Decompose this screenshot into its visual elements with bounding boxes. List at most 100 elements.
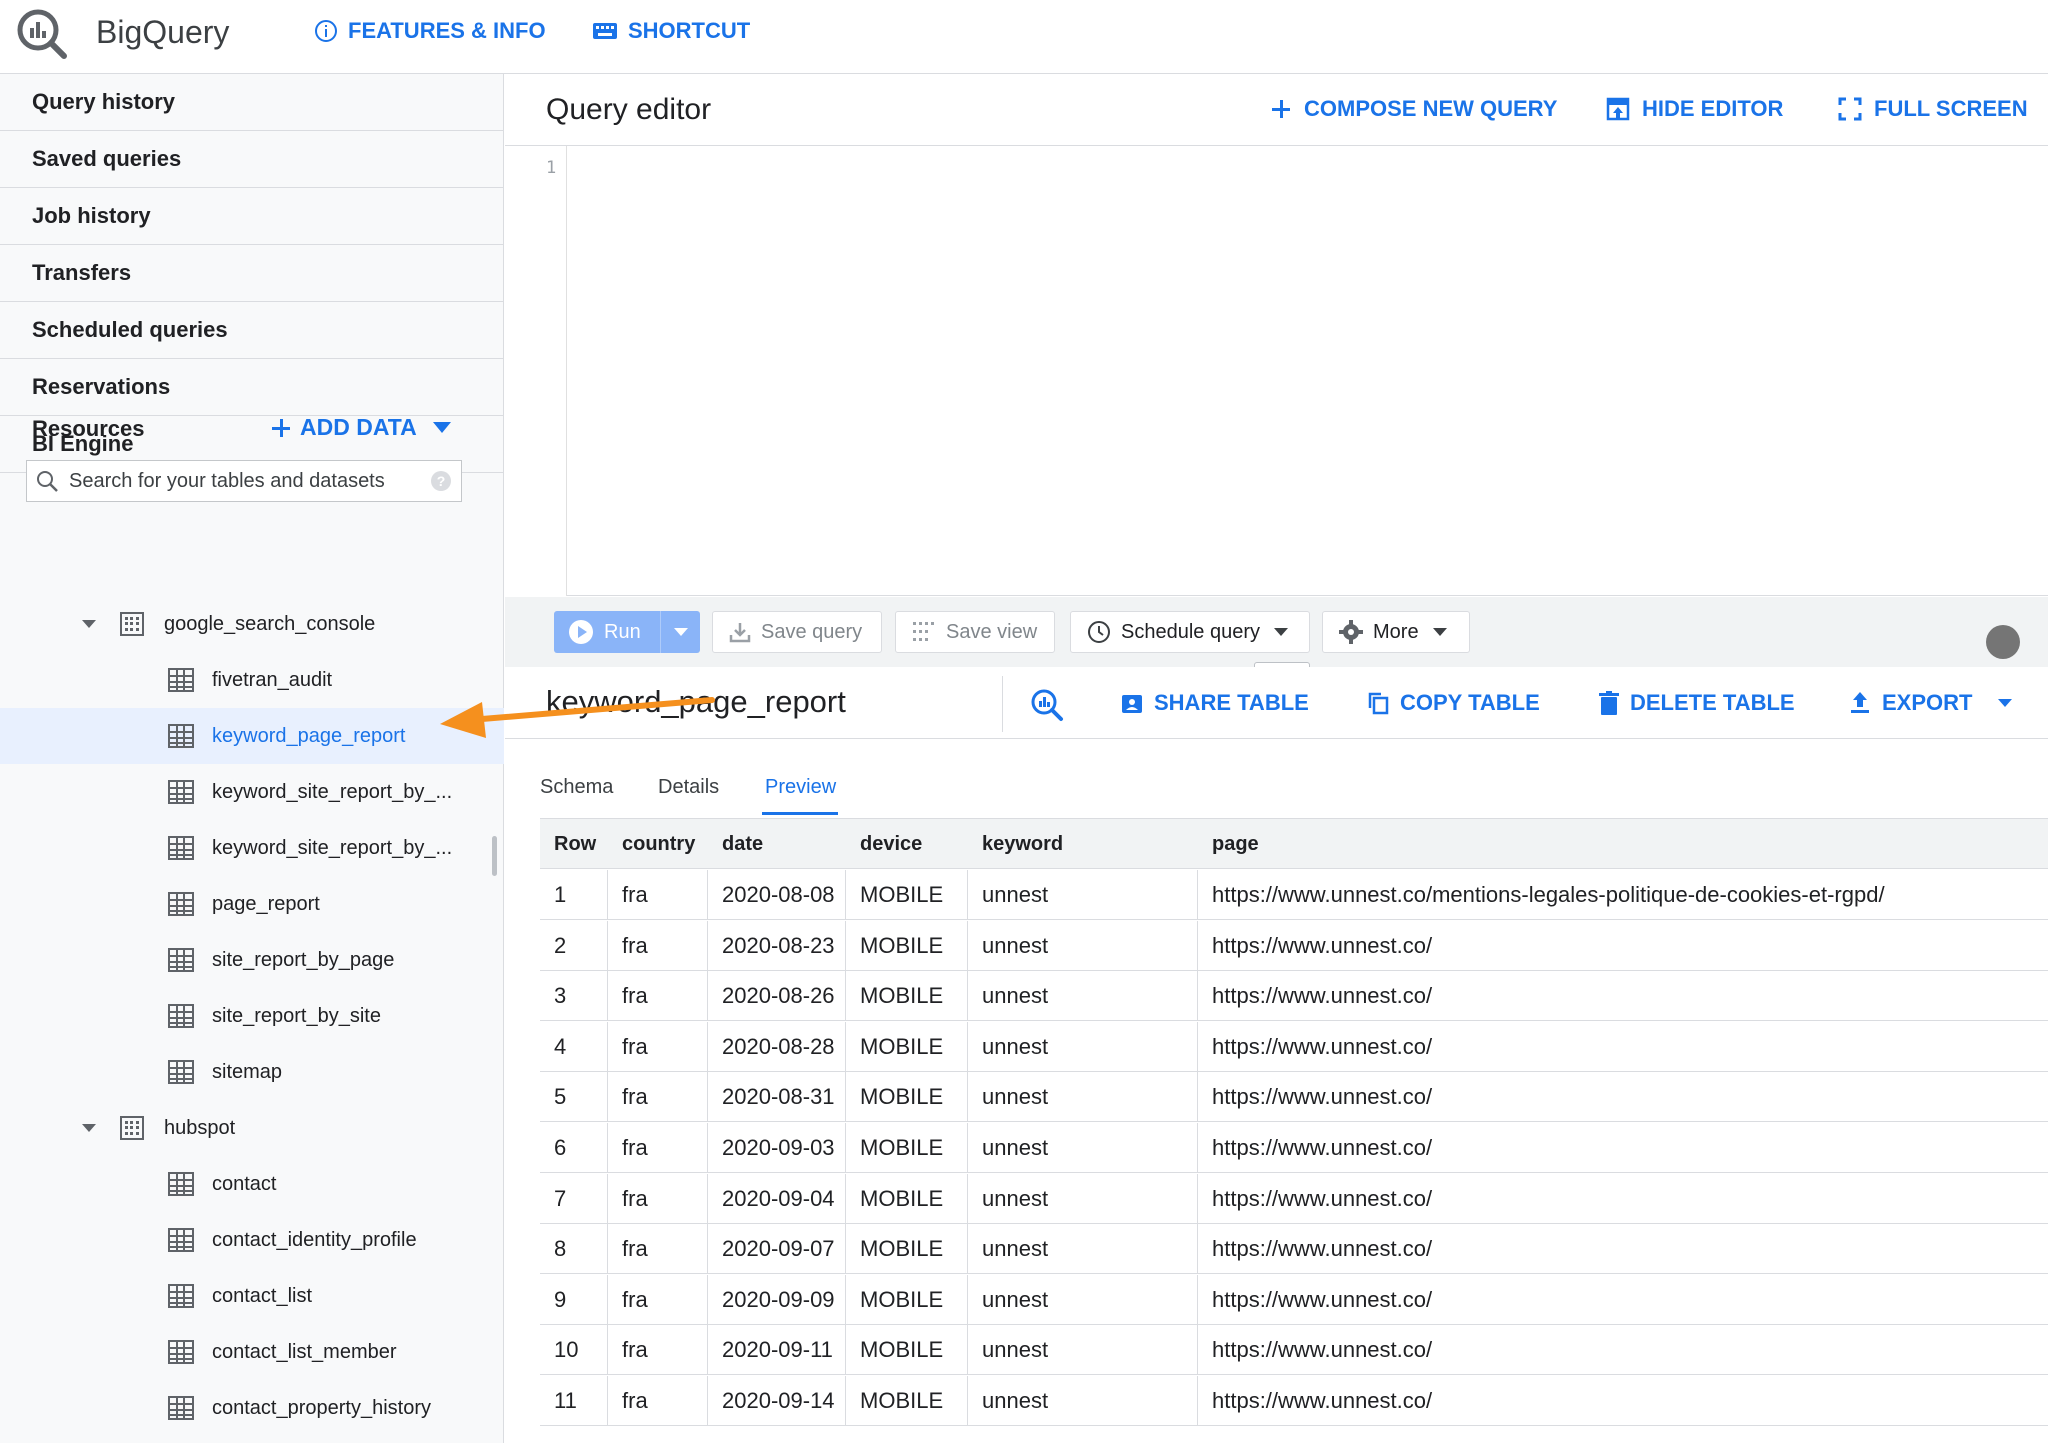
features-info-link[interactable]: FEATURES & INFO <box>314 18 546 44</box>
device-cell: MOBILE <box>846 1224 968 1275</box>
dataset-row[interactable]: google_search_console <box>0 596 504 652</box>
keyword-cell: unnest <box>968 1173 1198 1224</box>
export-label: EXPORT <box>1882 690 1973 715</box>
table-row[interactable]: site_report_by_page <box>0 932 504 988</box>
caret-down-icon[interactable] <box>82 620 96 628</box>
share-table-button[interactable]: SHARE TABLE <box>1120 690 1309 716</box>
sidebar-item-saved-queries[interactable]: Saved queries <box>0 131 503 188</box>
sidebar-item-transfers[interactable]: Transfers <box>0 245 503 302</box>
table-row[interactable]: keyword_site_report_by_... <box>0 820 504 876</box>
table-row[interactable]: 5 fra 2020-08-31 MOBILE unnest https://www.un… <box>540 1072 2048 1123</box>
sidebar-scrollbar[interactable] <box>492 836 497 876</box>
table-name: contact <box>212 1172 277 1195</box>
share-table-label: SHARE TABLE <box>1154 690 1309 715</box>
table-row[interactable]: contact_identity_profile <box>0 1212 504 1268</box>
column-header[interactable]: device <box>846 819 968 869</box>
column-header[interactable]: country <box>608 819 708 869</box>
save-view-label: Save view <box>946 620 1038 643</box>
run-dropdown-button[interactable] <box>660 611 700 653</box>
caret-down-icon[interactable] <box>82 1124 96 1132</box>
page-cell: https://www.unnest.co/ <box>1212 1084 1433 1110</box>
save-query-button[interactable]: Save query <box>712 611 882 653</box>
gear-icon <box>1339 620 1363 644</box>
dataset-icon <box>120 1116 144 1140</box>
dataset-row[interactable]: hubspot <box>0 1100 504 1156</box>
table-name: contact_list_member <box>212 1340 397 1363</box>
sidebar-item-query-history[interactable]: Query history <box>0 74 503 131</box>
table-row[interactable]: contact_property_history <box>0 1380 504 1436</box>
run-button[interactable]: Run <box>554 611 700 653</box>
query-table-icon[interactable] <box>1028 686 1064 722</box>
device-cell: MOBILE <box>846 870 968 920</box>
table-name: contact_identity_profile <box>212 1228 417 1251</box>
table-row[interactable]: contact_list_member <box>0 1324 504 1380</box>
tab-preview[interactable]: Preview <box>765 776 836 799</box>
keyword-cell: unnest <box>968 1376 1198 1426</box>
shortcut-link[interactable]: SHORTCUT <box>592 18 750 44</box>
table-row[interactable]: 9 fra 2020-09-09 MOBILE unnest https://www.un… <box>540 1274 2048 1325</box>
device-cell: MOBILE <box>846 1021 968 1072</box>
query-editor-textarea[interactable] <box>505 146 2048 596</box>
plus-icon <box>1272 100 1290 118</box>
keyword-cell: unnest <box>968 1123 1198 1173</box>
hide-editor-button[interactable]: HIDE EDITOR <box>1606 96 1783 122</box>
table-name: keyword_site_report_by_... <box>212 780 453 803</box>
table-row[interactable]: contact_list <box>0 1268 504 1324</box>
table-row[interactable]: site_report_by_site <box>0 988 504 1044</box>
column-header[interactable]: page <box>1198 819 2048 869</box>
table-row[interactable]: 11 fra 2020-09-14 MOBILE unnest https://www.u… <box>540 1376 2048 1426</box>
add-data-button[interactable]: ADD DATA <box>270 414 451 441</box>
table-row[interactable]: keyword_site_report_by_... <box>0 764 504 820</box>
table-row[interactable]: 10 fra 2020-09-11 MOBILE unnest https://www.u… <box>540 1325 2048 1376</box>
device-cell: MOBILE <box>846 971 968 1022</box>
resource-search-input[interactable]: Search for your tables and datasets ? <box>26 460 462 502</box>
table-row[interactable]: 1 fra 2020-08-08 MOBILE unnest https://www.un… <box>540 870 2048 920</box>
table-row[interactable]: 8 fra 2020-09-07 MOBILE unnest https://www.un… <box>540 1224 2048 1275</box>
dataset-icon <box>120 612 144 636</box>
export-button[interactable]: EXPORT <box>1848 690 2013 716</box>
compose-new-query-button[interactable]: COMPOSE NEW QUERY <box>1270 96 1557 122</box>
search-icon <box>37 471 58 492</box>
bigquery-logo-icon[interactable] <box>14 6 68 60</box>
column-header[interactable]: date <box>708 819 846 869</box>
table-row[interactable]: contact <box>0 1156 504 1212</box>
tab-details[interactable]: Details <box>658 776 719 799</box>
date-cell: 2020-08-28 <box>708 1021 846 1072</box>
table-icon <box>168 892 194 916</box>
column-header[interactable]: Row <box>540 819 608 869</box>
delete-table-button[interactable]: DELETE TABLE <box>1598 690 1795 716</box>
table-row[interactable]: 4 fra 2020-08-28 MOBILE unnest https://www.un… <box>540 1021 2048 1072</box>
column-header[interactable]: keyword <box>968 819 1198 869</box>
table-row[interactable]: 6 fra 2020-09-03 MOBILE unnest https://www.un… <box>540 1123 2048 1173</box>
add-data-label: ADD DATA <box>300 414 417 440</box>
table-row[interactable]: sitemap <box>0 1044 504 1100</box>
save-view-button[interactable]: Save view <box>895 611 1055 653</box>
page-cell: https://www.unnest.co/ <box>1212 1286 1433 1312</box>
copy-table-label: COPY TABLE <box>1400 690 1540 715</box>
date-cell: 2020-09-07 <box>708 1224 846 1275</box>
schedule-query-button[interactable]: Schedule query <box>1070 611 1310 653</box>
row-number-cell: 3 <box>540 971 608 1022</box>
table-row[interactable]: page_report <box>0 876 504 932</box>
page-cell: https://www.unnest.co/ <box>1212 1337 1433 1363</box>
caret-down-icon <box>1998 699 2013 707</box>
country-cell: fra <box>608 971 708 1022</box>
table-row[interactable]: 2 fra 2020-08-23 MOBILE unnest https://www.un… <box>540 920 2048 971</box>
full-screen-button[interactable]: FULL SCREEN <box>1838 96 2028 122</box>
table-icon <box>168 1396 194 1420</box>
tab-schema[interactable]: Schema <box>540 776 613 799</box>
sidebar-item-reservations[interactable]: Reservations <box>0 359 503 416</box>
share-icon <box>1122 695 1142 713</box>
table-row[interactable]: 3 fra 2020-08-26 MOBILE unnest https://www.un… <box>540 971 2048 1022</box>
sidebar-item-scheduled-queries[interactable]: Scheduled queries <box>0 302 503 359</box>
more-button[interactable]: More <box>1322 611 1470 653</box>
row-number-cell: 11 <box>540 1376 608 1426</box>
help-icon[interactable]: ? <box>431 471 451 491</box>
copy-table-button[interactable]: COPY TABLE <box>1366 690 1540 716</box>
divider <box>1002 676 1003 732</box>
table-row[interactable]: 7 fra 2020-09-04 MOBILE unnest https://www.un… <box>540 1173 2048 1224</box>
run-main[interactable]: Run <box>554 611 660 653</box>
row-number-cell: 10 <box>540 1325 608 1376</box>
annotation-arrow-icon <box>440 697 715 738</box>
sidebar-item-job-history[interactable]: Job history <box>0 188 503 245</box>
